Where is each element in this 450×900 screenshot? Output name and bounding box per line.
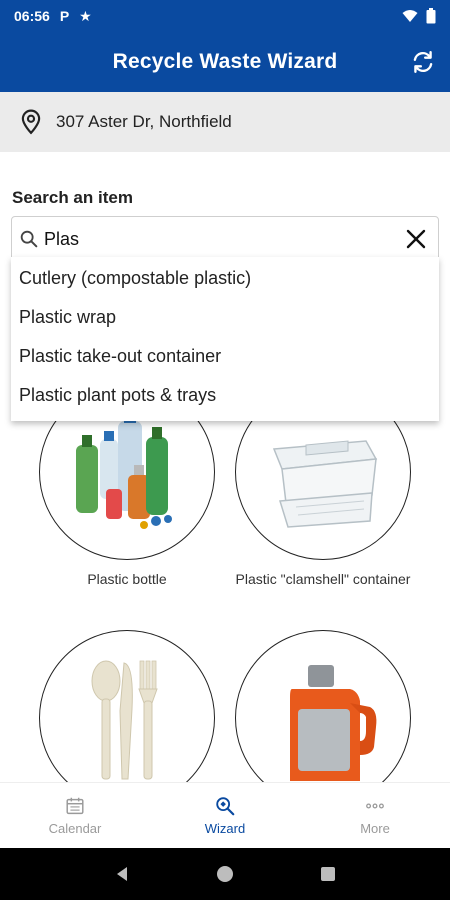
status-bar: 06:56 P ★: [0, 0, 450, 32]
suggestions-dropdown: Cutlery (compostable plastic) Plastic wr…: [11, 257, 439, 421]
cutlery-image: [91, 660, 158, 780]
item-image: [235, 630, 411, 782]
search-icon: [20, 230, 38, 248]
recents-square-icon: [321, 867, 336, 881]
address-text: 307 Aster Dr, Northfield: [56, 112, 232, 131]
detergent-jug-image: [290, 665, 377, 781]
calendar-icon: [66, 797, 84, 815]
system-back-button[interactable]: [110, 862, 134, 886]
system-home-button[interactable]: [213, 862, 237, 886]
star-icon: ★: [79, 7, 92, 24]
wizard-search-icon: [216, 797, 235, 816]
app-title: Recycle Waste Wizard: [112, 50, 338, 73]
search-input[interactable]: [44, 228, 398, 250]
location-pin-icon: [21, 109, 41, 135]
item-card[interactable]: [235, 630, 411, 782]
search-label: Search an item: [12, 188, 133, 207]
item-grid: Plastic bottle Plastic "clamshell" conta…: [0, 380, 450, 782]
suggestion-item[interactable]: Plastic plant pots & trays: [11, 376, 439, 415]
refresh-icon[interactable]: [410, 49, 436, 75]
item-image: [39, 630, 215, 782]
suggestion-item[interactable]: Plastic wrap: [11, 298, 439, 337]
suggestion-item[interactable]: Cutlery (compostable plastic): [11, 259, 439, 298]
nav-label: Calendar: [48, 821, 102, 836]
more-dots-icon: [366, 803, 384, 809]
nav-more[interactable]: More: [300, 783, 450, 848]
item-card[interactable]: [39, 630, 215, 782]
close-icon: [406, 229, 426, 249]
system-recents-button[interactable]: [316, 862, 340, 886]
home-circle-icon: [216, 866, 233, 882]
nav-label: Wizard: [204, 821, 246, 836]
search-box: [11, 216, 439, 262]
nav-label: More: [360, 821, 390, 836]
app-bar: Recycle Waste Wizard: [0, 32, 450, 92]
system-nav-bar: [0, 848, 450, 900]
parking-icon: P: [59, 8, 70, 24]
suggestion-item[interactable]: Plastic take-out container: [11, 337, 439, 376]
nav-wizard[interactable]: Wizard: [150, 783, 300, 848]
back-triangle-icon: [116, 867, 127, 881]
wifi-icon: [402, 10, 418, 22]
nav-calendar[interactable]: Calendar: [0, 783, 150, 848]
bottom-nav: Calendar Wizard More: [0, 782, 450, 848]
address-bar[interactable]: 307 Aster Dr, Northfield: [0, 92, 450, 152]
item-caption: Plastic bottle: [87, 571, 167, 587]
clear-search-button[interactable]: [398, 221, 434, 257]
item-caption: Plastic "clamshell" container: [235, 571, 411, 587]
status-time: 06:56: [14, 8, 50, 24]
battery-icon: [426, 8, 436, 24]
